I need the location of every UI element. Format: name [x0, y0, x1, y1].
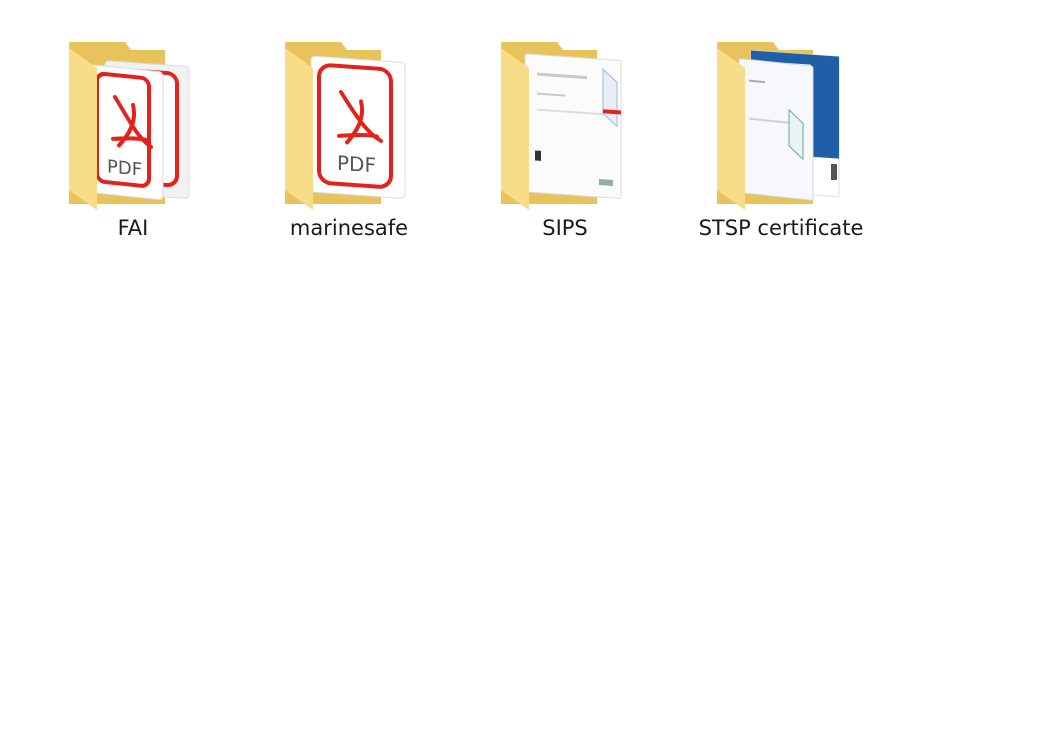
folder-certificate-preview-icon	[499, 40, 649, 212]
folder-label: SIPS	[542, 216, 588, 240]
folder-pdf-stack-icon: PDF	[67, 40, 217, 212]
folder-view: PDF FAI PDF marinesafe SIPS STSP certifi…	[0, 0, 1056, 732]
folder-fai[interactable]: PDF FAI	[43, 36, 223, 248]
folder-pdf-icon: PDF	[283, 40, 433, 212]
folder-marinesafe[interactable]: PDF marinesafe	[259, 36, 439, 248]
folder-label: STSP certificate	[698, 216, 864, 240]
folder-label: FAI	[117, 216, 149, 240]
folder-label: marinesafe	[289, 216, 409, 240]
svg-text:PDF: PDF	[107, 156, 142, 181]
folder-certificate-preview-icon	[715, 40, 865, 212]
svg-text:PDF: PDF	[337, 151, 376, 178]
folder-stsp-certificate[interactable]: STSP certificate	[691, 36, 871, 248]
folder-sips[interactable]: SIPS	[475, 36, 655, 248]
